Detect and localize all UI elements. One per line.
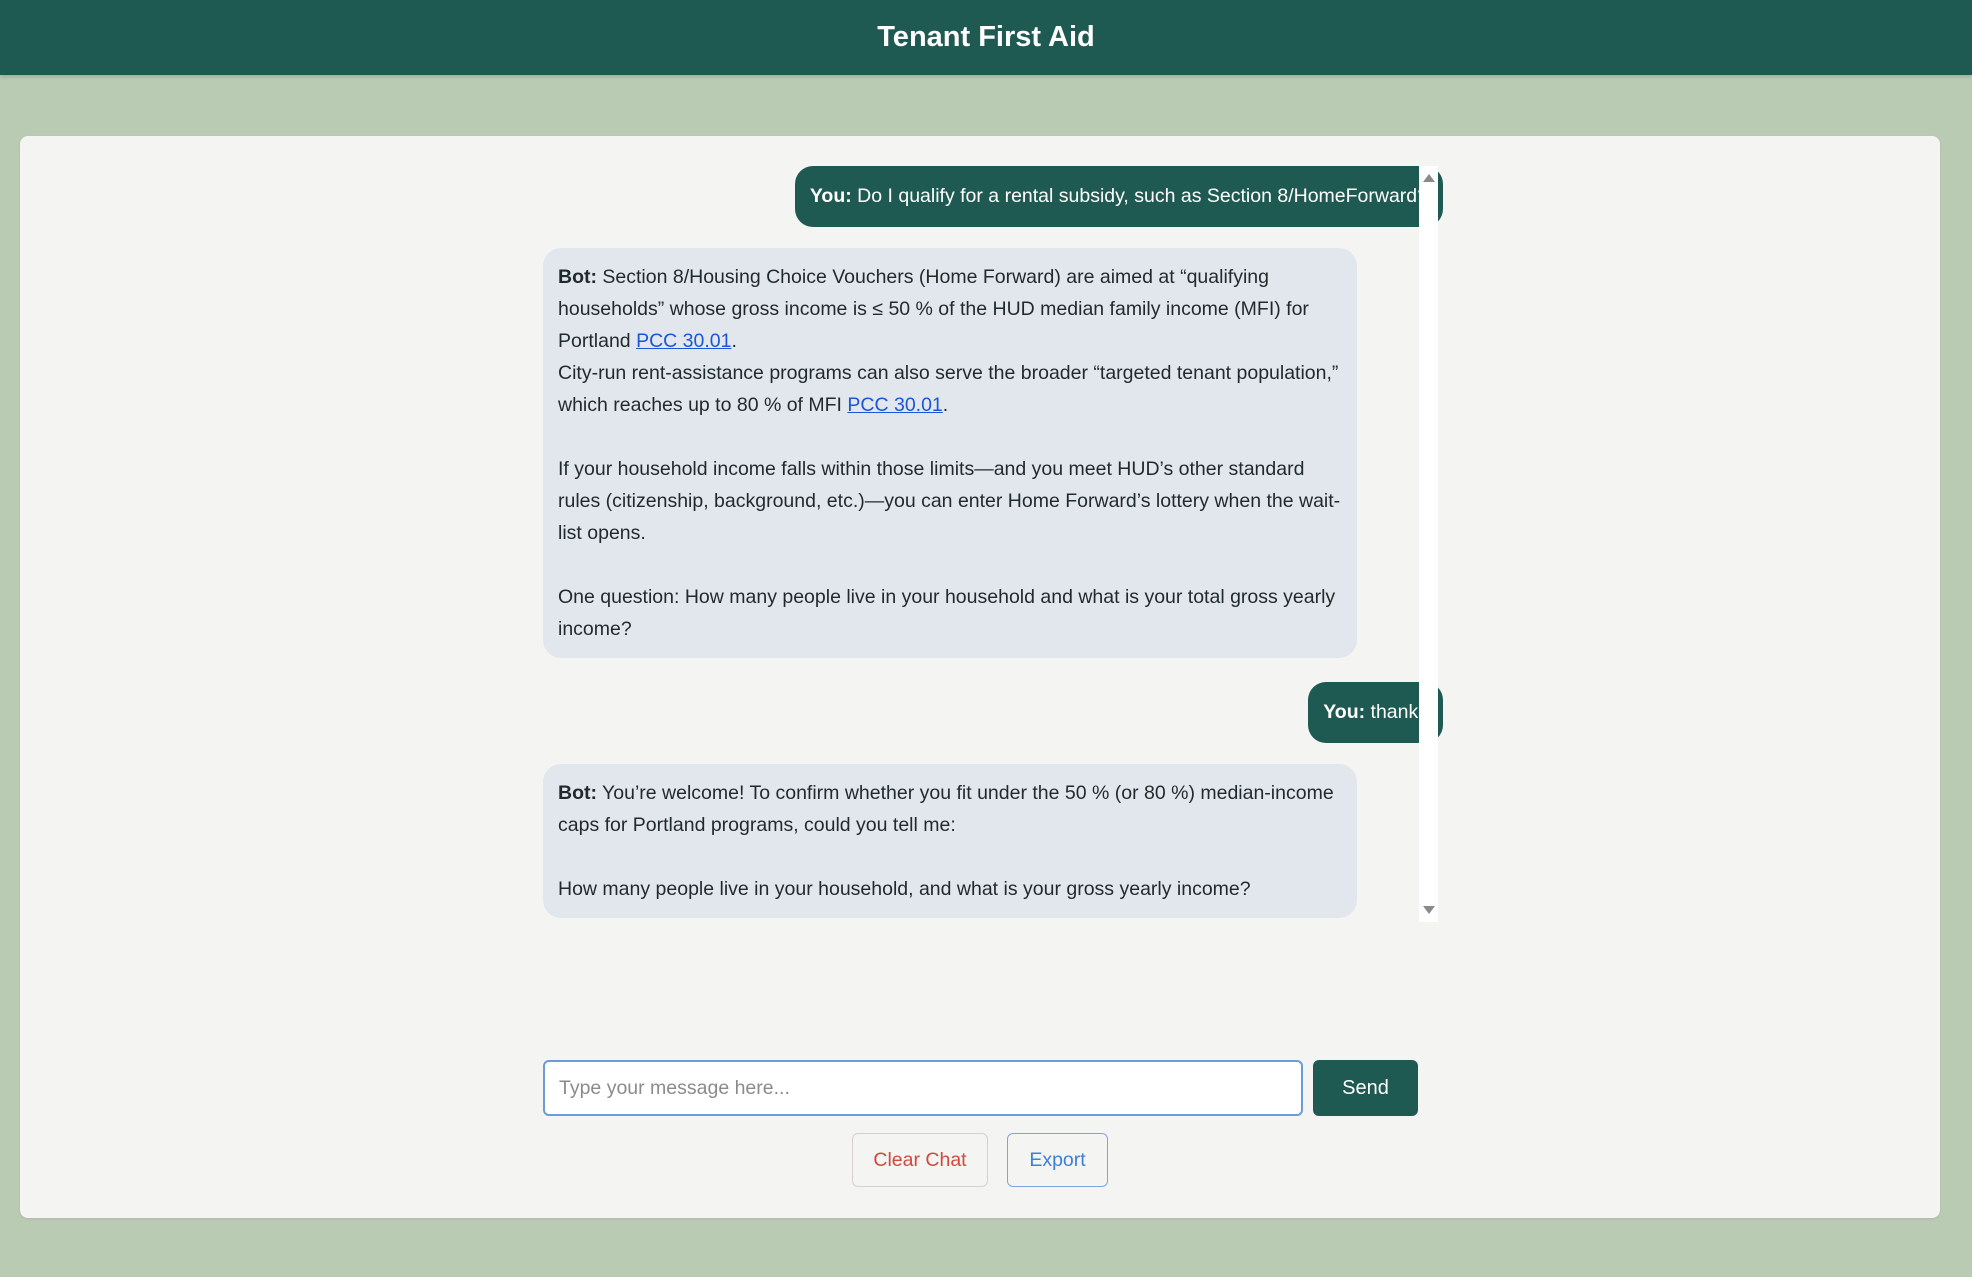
scroll-down-arrow-icon[interactable] [1423, 906, 1435, 914]
citation-link[interactable]: PCC 30.01 [847, 394, 942, 416]
chat-card: You: Do I qualify for a rental subsidy, … [20, 136, 1940, 1218]
speaker-label: You: [1323, 701, 1366, 723]
speaker-label: You: [809, 185, 852, 207]
punctuation: . [731, 330, 737, 352]
speaker-label: Bot: [558, 266, 597, 288]
scroll-up-arrow-icon[interactable] [1423, 174, 1435, 182]
message-scrollbar[interactable] [1419, 166, 1438, 922]
bot-message: Bot: You’re welcome! To confirm whether … [543, 764, 1357, 918]
message-text: You’re welcome! To confirm whether you f… [558, 782, 1334, 836]
message-list[interactable]: You: Do I qualify for a rental subsidy, … [543, 166, 1443, 922]
speaker-label: Bot: [558, 782, 597, 804]
message-text: How many people live in your household, … [558, 878, 1251, 900]
user-message: You: Do I qualify for a rental subsidy, … [794, 166, 1443, 227]
message-text: If your household income falls within th… [558, 458, 1341, 544]
message-text: Do I qualify for a rental subsidy, such … [851, 185, 1428, 207]
app-title: Tenant First Aid [877, 21, 1095, 53]
send-button[interactable]: Send [1313, 1060, 1418, 1116]
punctuation: . [942, 394, 949, 416]
clear-chat-button[interactable]: Clear Chat [852, 1133, 988, 1187]
message-text: City-run rent-assistance programs can al… [558, 362, 1339, 416]
message-input[interactable] [543, 1060, 1303, 1116]
export-button[interactable]: Export [1007, 1133, 1108, 1187]
citation-link[interactable]: PCC 30.01 [636, 330, 731, 352]
bot-message: Bot: Section 8/Housing Choice Vouchers (… [543, 248, 1357, 658]
app-header: Tenant First Aid [0, 0, 1972, 75]
message-text: One question: How many people live in yo… [558, 586, 1336, 640]
